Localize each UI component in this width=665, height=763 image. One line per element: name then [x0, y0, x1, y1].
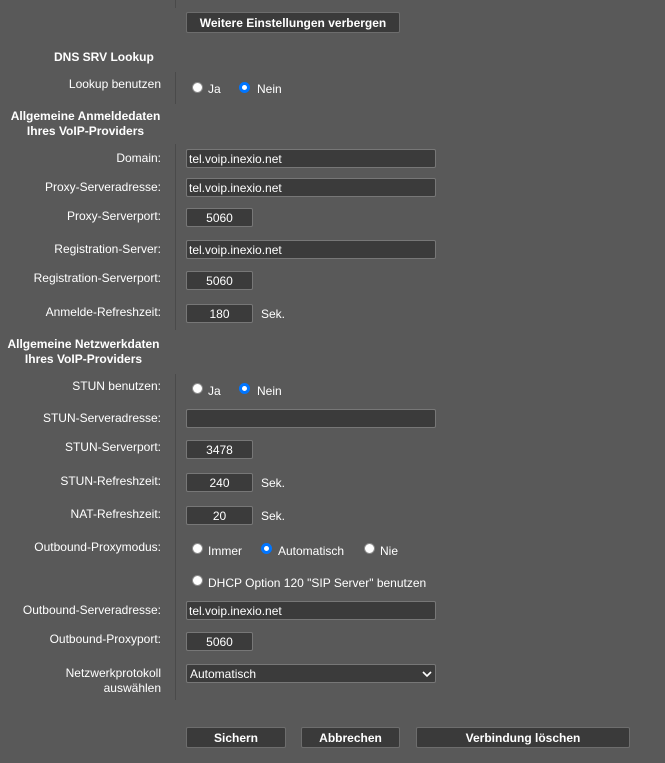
delete-connection-button[interactable]: Verbindung löschen [416, 727, 630, 748]
dns-section-title: DNS SRV Lookup [54, 50, 154, 64]
stun-no-label: Nein [257, 384, 282, 398]
proxy-port-input[interactable] [186, 208, 253, 227]
divider-line [175, 72, 176, 104]
domain-input[interactable] [186, 149, 436, 168]
save-button[interactable]: Sichern [186, 727, 286, 748]
login-refresh-input[interactable] [186, 304, 253, 323]
divider-line [175, 0, 176, 8]
lookup-yes-label: Ja [208, 82, 221, 96]
protocol-label-line2: auswählen [103, 681, 161, 695]
lookup-label: Lookup benutzen [68, 77, 161, 91]
proxy-address-label: Proxy-Serveradresse: [44, 180, 161, 194]
domain-label: Domain: [116, 151, 161, 165]
protocol-select-value: Automatisch [190, 666, 257, 681]
protocol-label-line1: Netzwerkprotokoll [65, 666, 161, 680]
proxy-port-label: Proxy-Serverport: [66, 209, 161, 223]
mode-always-label: Immer [208, 544, 242, 558]
divider-line [175, 374, 176, 700]
mode-never-label: Nie [380, 544, 399, 558]
hide-settings-button[interactable]: Weitere Einstellungen verbergen [186, 12, 400, 33]
stun-no-radio[interactable] [239, 383, 250, 394]
registration-server-input[interactable] [186, 240, 436, 259]
network-section-title: Allgemeine Netzwerkdaten Ihres VoIP-Prov… [6, 337, 161, 366]
stun-refresh-input[interactable] [186, 473, 253, 492]
registration-server-label: Registration-Server: [54, 242, 161, 256]
network-title-line1: Allgemeine Netzwerkdaten [7, 337, 160, 351]
stun-port-input[interactable] [186, 440, 253, 459]
registration-port-input[interactable] [186, 271, 253, 290]
outbound-address-label: Outbound-Serveradresse: [22, 603, 161, 617]
mode-always-radio[interactable] [192, 543, 203, 554]
login-title-line2: Ihres VoIP-Providers [26, 124, 145, 138]
proxy-address-input[interactable] [186, 178, 436, 197]
nat-refresh-unit: Sek. [261, 509, 286, 523]
stun-yes-radio[interactable] [192, 383, 203, 394]
nat-refresh-input[interactable] [186, 506, 253, 525]
stun-port-label: STUN-Serverport: [64, 440, 161, 454]
protocol-select[interactable]: Automatisch [186, 664, 436, 683]
stun-refresh-label: STUN-Refreshzeit: [60, 474, 161, 488]
stun-use-label: STUN benutzen: [72, 379, 161, 393]
dhcp-option-radio[interactable] [192, 575, 203, 586]
nat-refresh-label: NAT-Refreshzeit: [70, 507, 161, 521]
outbound-port-label: Outbound-Proxyport: [49, 632, 161, 646]
stun-address-input[interactable] [186, 409, 436, 428]
lookup-yes-radio[interactable] [192, 82, 203, 93]
outbound-port-input[interactable] [186, 632, 253, 651]
stun-yes-label: Ja [208, 384, 221, 398]
cancel-button[interactable]: Abbrechen [301, 727, 400, 748]
lookup-no-radio[interactable] [239, 82, 250, 93]
login-title-line1: Allgemeine Anmeldedaten [10, 109, 161, 123]
stun-address-label: STUN-Serveradresse: [42, 411, 161, 425]
mode-never-radio[interactable] [364, 543, 375, 554]
login-section-title: Allgemeine Anmeldedaten Ihres VoIP-Provi… [10, 109, 161, 138]
stun-refresh-unit: Sek. [261, 476, 286, 490]
network-title-line2: Ihres VoIP-Providers [24, 352, 143, 366]
registration-port-label: Registration-Serverport: [33, 271, 161, 285]
protocol-label: Netzwerkprotokoll auswählen [66, 666, 161, 695]
mode-auto-label: Automatisch [278, 544, 345, 558]
divider-line [175, 144, 176, 330]
login-refresh-label: Anmelde-Refreshzeit: [45, 305, 161, 319]
dhcp-option-label: DHCP Option 120 "SIP Server" benutzen [208, 576, 427, 590]
outbound-address-input[interactable] [186, 601, 436, 620]
chevron-down-icon [422, 670, 432, 678]
lookup-no-label: Nein [257, 82, 282, 96]
mode-auto-radio[interactable] [261, 543, 272, 554]
login-refresh-unit: Sek. [261, 307, 286, 321]
outbound-mode-label: Outbound-Proxymodus: [34, 540, 161, 554]
